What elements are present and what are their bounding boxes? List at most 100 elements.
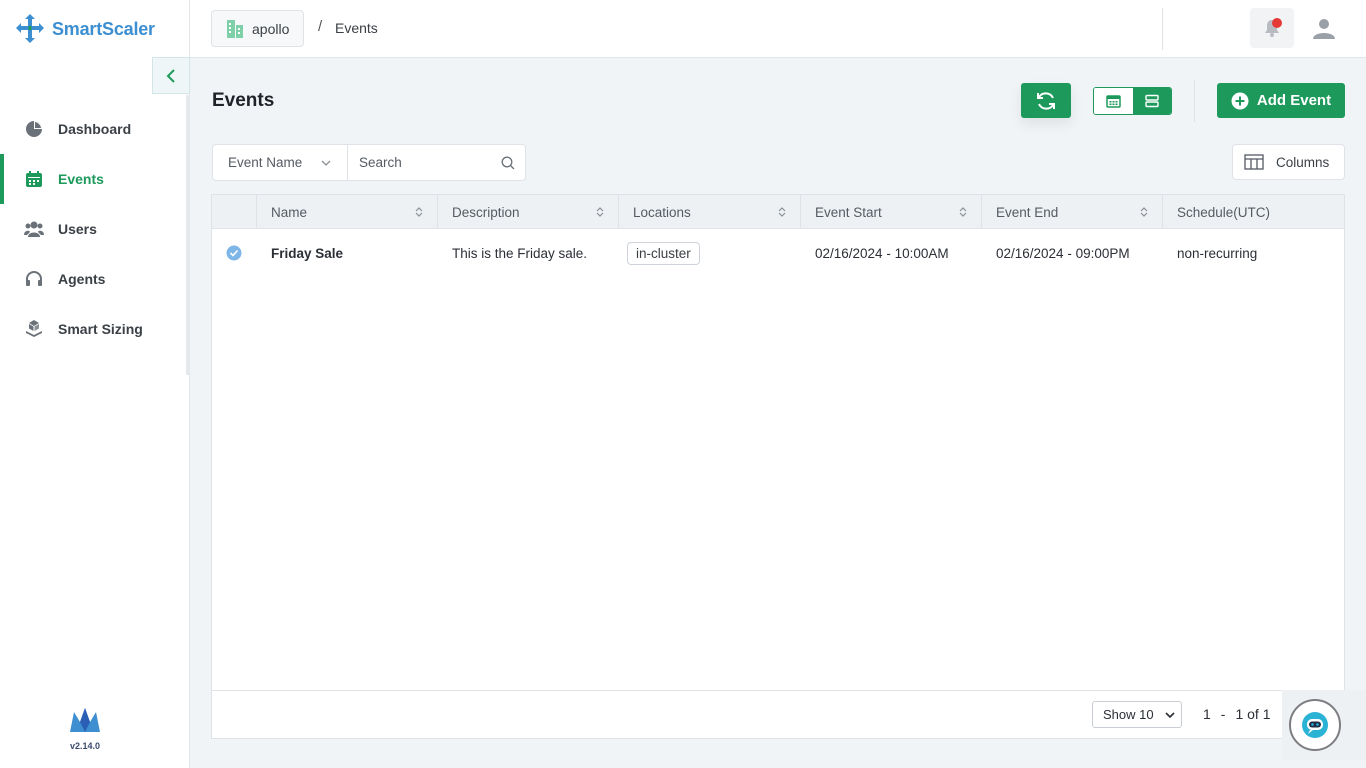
filter-bar: Event Name Search xyxy=(212,144,526,181)
column-header-locations[interactable]: Locations xyxy=(619,195,801,229)
divider xyxy=(1194,80,1195,122)
sidebar-item-label: Events xyxy=(58,171,104,187)
sidebar-scrollbar[interactable] xyxy=(186,95,189,375)
app-logo[interactable]: SmartScaler xyxy=(14,12,155,46)
notification-dot xyxy=(1272,18,1282,28)
table-header: Name Description Locations Event Start E… xyxy=(212,195,1344,229)
search-icon xyxy=(501,156,515,169)
column-label: Name xyxy=(271,204,308,220)
column-label: Event End xyxy=(996,204,1059,220)
refresh-button[interactable] xyxy=(1021,83,1071,118)
range-start: 1 xyxy=(1203,706,1211,722)
column-header-event-end[interactable]: Event End xyxy=(982,195,1163,229)
sidebar-item-label: Smart Sizing xyxy=(58,321,143,337)
sidebar-item-events[interactable]: Events xyxy=(0,154,190,204)
location-tag: in-cluster xyxy=(627,241,700,265)
column-header-event-start[interactable]: Event Start xyxy=(801,195,982,229)
search-placeholder: Search xyxy=(359,155,402,170)
range-dash: - xyxy=(1220,706,1226,722)
collapse-sidebar-button[interactable] xyxy=(152,57,190,94)
cell-event-end: 02/16/2024 - 09:00PM xyxy=(996,245,1130,261)
cell-event-start: 02/16/2024 - 10:00AM xyxy=(815,245,949,261)
sort-icon xyxy=(778,207,786,217)
sidebar-item-dashboard[interactable]: Dashboard xyxy=(0,104,190,154)
columns-button[interactable]: Columns xyxy=(1232,144,1345,180)
chevron-left-icon xyxy=(166,68,175,83)
smartscaler-logo-icon xyxy=(16,14,44,43)
sidebar: SmartScaler Dashboard Events Users Agent… xyxy=(0,0,190,768)
sort-icon xyxy=(415,207,423,217)
add-event-button[interactable]: Add Event xyxy=(1217,83,1345,118)
filter-field-select[interactable]: Event Name xyxy=(213,145,348,180)
sort-icon xyxy=(1140,207,1148,217)
sort-icon xyxy=(596,207,604,217)
pie-chart-icon xyxy=(24,119,44,139)
column-header-name[interactable]: Name xyxy=(257,195,438,229)
user-menu-button[interactable] xyxy=(1310,12,1338,46)
check-circle-icon[interactable] xyxy=(226,245,242,261)
columns-icon xyxy=(1244,154,1264,170)
add-event-label: Add Event xyxy=(1256,92,1332,109)
refresh-icon xyxy=(1037,91,1055,110)
tenant-selector[interactable]: apollo xyxy=(211,10,305,47)
column-header-schedule[interactable]: Schedule(UTC) xyxy=(1163,195,1344,229)
page-title: Events xyxy=(212,90,275,111)
chevron-down-icon xyxy=(321,160,331,166)
version-badge: v2.14.0 xyxy=(64,706,106,751)
sidebar-item-label: Agents xyxy=(58,271,106,287)
row-select-cell[interactable] xyxy=(212,230,257,276)
column-label: Schedule(UTC) xyxy=(1177,204,1271,220)
sidebar-nav: Dashboard Events Users Agents Smart Sizi… xyxy=(0,104,190,354)
view-toggle xyxy=(1093,87,1172,115)
sidebar-item-smart-sizing[interactable]: Smart Sizing xyxy=(0,304,190,354)
columns-label: Columns xyxy=(1276,154,1330,170)
list-icon xyxy=(1145,94,1159,108)
column-label: Description xyxy=(452,204,520,220)
column-label: Event Start xyxy=(815,204,882,220)
cell-locations: in-cluster xyxy=(619,230,801,276)
avatar-icon xyxy=(1313,19,1335,39)
app-name: SmartScaler xyxy=(52,18,155,39)
cube-stack-icon xyxy=(24,319,44,339)
cell-schedule: non-recurring xyxy=(1177,245,1258,261)
table-row[interactable]: Friday Sale This is the Friday sale. in-… xyxy=(212,230,1344,276)
sidebar-item-users[interactable]: Users xyxy=(0,204,190,254)
sort-icon xyxy=(959,207,967,217)
chat-button[interactable] xyxy=(1289,699,1341,751)
breadcrumb-current: Events xyxy=(335,20,378,36)
chat-widget xyxy=(1282,690,1366,760)
events-table: Name Description Locations Event Start E… xyxy=(211,194,1345,739)
breadcrumb-separator: / xyxy=(318,18,323,35)
page-size-select[interactable]: Show 10 xyxy=(1092,701,1182,728)
version-label: v2.14.0 xyxy=(69,741,101,751)
cell-name[interactable]: Friday Sale xyxy=(257,230,438,276)
range-total: 1 of 1 xyxy=(1235,706,1271,722)
users-icon xyxy=(24,219,44,239)
calendar-view-button[interactable] xyxy=(1094,88,1133,114)
sidebar-item-label: Users xyxy=(58,221,97,237)
tenant-name: apollo xyxy=(252,20,290,37)
column-label: Locations xyxy=(633,204,691,220)
search-input[interactable]: Search xyxy=(348,145,525,180)
building-icon xyxy=(227,19,243,38)
divider xyxy=(1162,8,1163,50)
headset-icon xyxy=(24,269,44,289)
calendar-icon xyxy=(24,169,44,189)
notifications-button[interactable] xyxy=(1250,8,1294,48)
sidebar-item-agents[interactable]: Agents xyxy=(0,254,190,304)
pagination-info: 1 - 1 of 1 xyxy=(1203,706,1271,722)
column-header-description[interactable]: Description xyxy=(438,195,619,229)
cell-description: This is the Friday sale. xyxy=(452,245,588,261)
select-column-header[interactable] xyxy=(212,195,257,229)
list-view-button[interactable] xyxy=(1132,88,1171,114)
table-footer: Show 10 1 - 1 of 1 xyxy=(212,690,1344,739)
page-size-label: Show 10 xyxy=(1103,707,1154,722)
filter-field-label: Event Name xyxy=(228,155,303,170)
sidebar-item-label: Dashboard xyxy=(58,121,132,137)
chatbot-icon xyxy=(1302,712,1328,738)
top-bar: apollo / Events xyxy=(190,0,1366,58)
chevron-down-icon xyxy=(1165,711,1175,718)
calendar-icon xyxy=(1106,95,1121,108)
plus-circle-icon xyxy=(1231,92,1249,109)
crown-logo-icon xyxy=(70,708,100,732)
